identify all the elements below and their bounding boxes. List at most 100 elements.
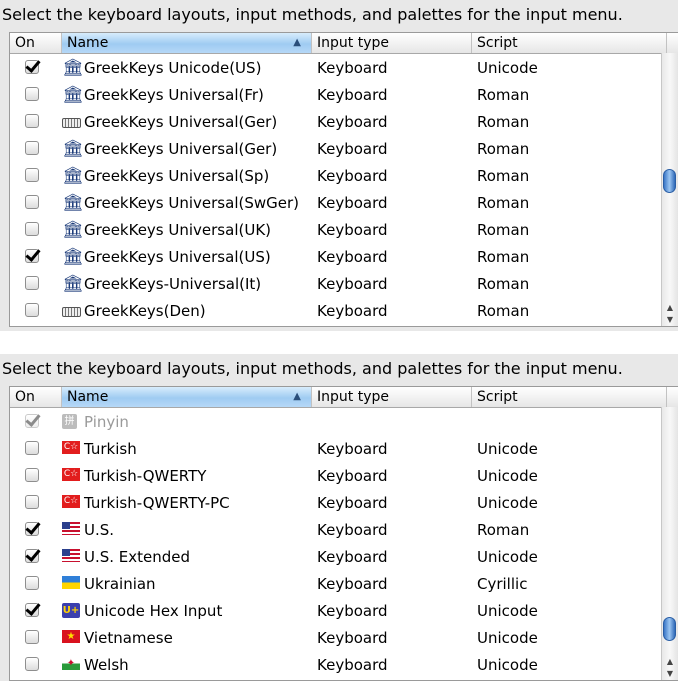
scroll-thumb[interactable] bbox=[663, 617, 676, 641]
table-header: On Name ▲ Input type Script bbox=[10, 387, 678, 408]
table-row[interactable]: GreekKeys(Den) Keyboard Roman bbox=[10, 297, 678, 324]
table-row[interactable]: U+ Unicode Hex Input Keyboard Unicode bbox=[10, 597, 678, 624]
table-row[interactable]: C☆ Turkish-QWERTY Keyboard Unicode bbox=[10, 462, 678, 489]
enable-checkbox[interactable] bbox=[25, 222, 39, 236]
enable-checkbox[interactable] bbox=[25, 114, 39, 128]
row-script: Roman bbox=[477, 193, 530, 212]
table-row[interactable]: Ukrainian Keyboard Cyrillic bbox=[10, 570, 678, 597]
table-header: On Name ▲ Input type Script bbox=[10, 33, 678, 54]
table-row[interactable]: 🏛 GreekKeys Universal(Ger) Keyboard Roman bbox=[10, 135, 678, 162]
row-script: Roman bbox=[477, 301, 530, 320]
enable-checkbox[interactable] bbox=[25, 657, 39, 671]
table-row[interactable]: 🏛 GreekKeys Universal(SwGer) Keyboard Rom… bbox=[10, 189, 678, 216]
row-name: Vietnamese bbox=[84, 628, 173, 647]
table-row[interactable]: 🏛 GreekKeys Universal(Fr) Keyboard Roman bbox=[10, 81, 678, 108]
row-input-type: Keyboard bbox=[317, 439, 388, 458]
table-row[interactable]: 🏛 GreekKeys-Universal(It) Keyboard Roman bbox=[10, 270, 678, 297]
temple-icon: 🏛 bbox=[62, 57, 84, 78]
row-name: Turkish-QWERTY bbox=[84, 466, 207, 485]
row-name: GreekKeys-Universal(It) bbox=[84, 274, 262, 293]
row-input-type: Keyboard bbox=[317, 655, 388, 674]
row-input-type: Keyboard bbox=[317, 58, 388, 77]
enable-checkbox[interactable] bbox=[25, 60, 39, 74]
vertical-scrollbar[interactable]: ▲ ▼ bbox=[661, 407, 678, 680]
us-flag-icon bbox=[62, 521, 82, 538]
table-row[interactable]: C☆ Turkish Keyboard Unicode bbox=[10, 435, 678, 462]
table-row[interactable]: C☆ Turkish-QWERTY-PC Keyboard Unicode bbox=[10, 489, 678, 516]
enable-checkbox[interactable] bbox=[25, 441, 39, 455]
column-header-script[interactable]: Script bbox=[472, 387, 667, 407]
row-name: Welsh bbox=[84, 655, 129, 674]
row-name: GreekKeys Universal(Fr) bbox=[84, 85, 264, 104]
row-name: GreekKeys Unicode(US) bbox=[84, 58, 262, 77]
table-row[interactable]: U.S. Extended Keyboard Unicode bbox=[10, 543, 678, 570]
enable-checkbox[interactable] bbox=[25, 603, 39, 617]
vertical-scrollbar[interactable]: ▲ ▼ bbox=[661, 53, 678, 326]
column-header-name[interactable]: Name ▲ bbox=[62, 33, 312, 53]
enable-checkbox[interactable] bbox=[25, 576, 39, 590]
pinyin-icon: 拼 bbox=[62, 413, 82, 430]
column-header-input-type[interactable]: Input type bbox=[312, 33, 472, 53]
keyboard-icon bbox=[62, 114, 82, 130]
table-rows: 拼 Pinyin C☆ Turkish Keyboard Unicode C☆ Tur… bbox=[10, 408, 678, 678]
panel-heading: Select the keyboard layouts, input metho… bbox=[2, 5, 623, 24]
enable-checkbox[interactable] bbox=[25, 522, 39, 536]
scroll-up-arrow-icon[interactable]: ▲ bbox=[662, 302, 678, 314]
scroll-down-arrow-icon[interactable]: ▼ bbox=[662, 314, 678, 326]
enable-checkbox[interactable] bbox=[25, 141, 39, 155]
input-menu-panel-2: Select the keyboard layouts, input metho… bbox=[0, 354, 678, 681]
table-row[interactable]: 🏛 GreekKeys Universal(Sp) Keyboard Roman bbox=[10, 162, 678, 189]
row-name: U.S. Extended bbox=[84, 547, 191, 566]
table-row[interactable]: ✦ Welsh Keyboard Unicode bbox=[10, 651, 678, 678]
column-header-input-type[interactable]: Input type bbox=[312, 387, 472, 407]
column-header-script[interactable]: Script bbox=[472, 33, 667, 53]
row-input-type: Keyboard bbox=[317, 166, 388, 185]
temple-icon: 🏛 bbox=[62, 84, 84, 105]
temple-icon: 🏛 bbox=[62, 246, 84, 267]
row-script: Unicode bbox=[477, 601, 538, 620]
row-input-type: Keyboard bbox=[317, 220, 388, 239]
enable-checkbox[interactable] bbox=[25, 549, 39, 563]
enable-checkbox[interactable] bbox=[25, 303, 39, 317]
enable-checkbox[interactable] bbox=[25, 630, 39, 644]
row-script: Unicode bbox=[477, 493, 538, 512]
column-header-filler bbox=[667, 33, 678, 53]
enable-checkbox[interactable] bbox=[25, 168, 39, 182]
enable-checkbox[interactable] bbox=[25, 276, 39, 290]
enable-checkbox[interactable] bbox=[25, 495, 39, 509]
column-header-name-label: Name bbox=[67, 389, 109, 405]
column-header-name[interactable]: Name ▲ bbox=[62, 387, 312, 407]
table-row[interactable]: U.S. Keyboard Roman bbox=[10, 516, 678, 543]
enable-checkbox[interactable] bbox=[25, 87, 39, 101]
enable-checkbox bbox=[25, 414, 39, 428]
enable-checkbox[interactable] bbox=[25, 195, 39, 209]
row-input-type: Keyboard bbox=[317, 112, 388, 131]
row-input-type: Keyboard bbox=[317, 247, 388, 266]
table-row[interactable]: ★ Vietnamese Keyboard Unicode bbox=[10, 624, 678, 651]
temple-icon: 🏛 bbox=[62, 138, 84, 159]
column-header-on[interactable]: On bbox=[10, 387, 62, 407]
enable-checkbox[interactable] bbox=[25, 249, 39, 263]
table-row[interactable]: 🏛 GreekKeys Universal(US) Keyboard Roman bbox=[10, 243, 678, 270]
row-name: GreekKeys Universal(Ger) bbox=[84, 112, 278, 131]
row-name: GreekKeys Universal(SwGer) bbox=[84, 193, 299, 212]
row-script: Roman bbox=[477, 247, 530, 266]
sort-ascending-icon: ▲ bbox=[293, 391, 301, 402]
row-name: GreekKeys Universal(UK) bbox=[84, 220, 272, 239]
panel-heading: Select the keyboard layouts, input metho… bbox=[2, 359, 623, 378]
table-row[interactable]: 🏛 GreekKeys Universal(UK) Keyboard Roman bbox=[10, 216, 678, 243]
table-row[interactable]: 🏛 GreekKeys Unicode(US) Keyboard Unicode bbox=[10, 54, 678, 81]
turkey-flag-icon: C☆ bbox=[62, 440, 80, 454]
scroll-thumb[interactable] bbox=[663, 169, 676, 193]
scroll-down-arrow-icon[interactable]: ▼ bbox=[662, 668, 678, 680]
row-script: Roman bbox=[477, 220, 530, 239]
temple-icon: 🏛 bbox=[62, 219, 84, 240]
keyboard-icon bbox=[62, 303, 82, 319]
vietnam-flag-icon: ★ bbox=[62, 629, 82, 646]
row-input-type: Keyboard bbox=[317, 193, 388, 212]
table-row[interactable]: GreekKeys Universal(Ger) Keyboard Roman bbox=[10, 108, 678, 135]
scroll-up-arrow-icon[interactable]: ▲ bbox=[662, 656, 678, 668]
row-name: GreekKeys Universal(Sp) bbox=[84, 166, 270, 185]
enable-checkbox[interactable] bbox=[25, 468, 39, 482]
column-header-on[interactable]: On bbox=[10, 33, 62, 53]
